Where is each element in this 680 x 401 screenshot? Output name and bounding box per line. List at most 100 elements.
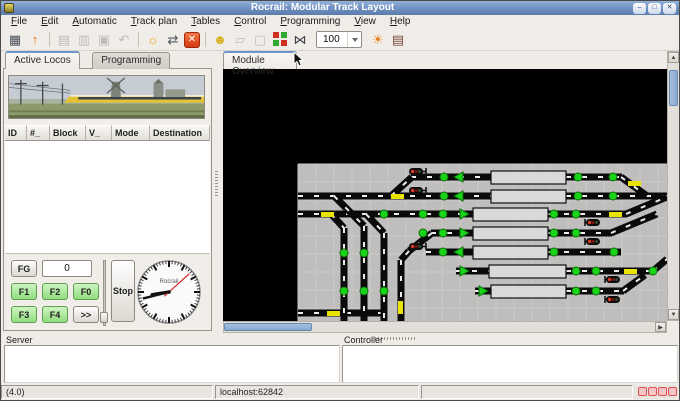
function-button-F2[interactable]: F2 (42, 283, 68, 300)
menu-edit[interactable]: Edit (34, 15, 65, 29)
horizontal-splitter[interactable] (1, 333, 680, 344)
sensor-dot[interactable] (609, 173, 617, 181)
modules-icon[interactable]: ⋈ (291, 31, 309, 49)
speed-slider[interactable] (100, 260, 108, 326)
sensor-dot[interactable] (550, 210, 558, 218)
scroll-down-icon[interactable]: ▼ (668, 309, 679, 320)
column-header-v[interactable]: V_ (86, 125, 112, 141)
close-button[interactable]: ✕ (663, 3, 676, 14)
sensor-dot[interactable] (572, 287, 580, 295)
sensor-dot[interactable] (380, 287, 388, 295)
occupied-segment[interactable] (327, 311, 340, 316)
column-header-mode[interactable]: Mode (112, 125, 150, 141)
block[interactable] (473, 227, 548, 240)
block[interactable] (491, 190, 566, 203)
maximize-button[interactable]: □ (648, 3, 661, 14)
menu-help[interactable]: Help (383, 15, 418, 29)
sun-icon[interactable]: ☀ (369, 31, 387, 49)
scroll-up-icon[interactable]: ▲ (668, 52, 679, 63)
tab-module-overview[interactable]: Module Overview (223, 51, 297, 69)
stop-button-label: Stop (113, 286, 133, 296)
sensor-dot[interactable] (574, 192, 582, 200)
menu-tables[interactable]: Tables (184, 15, 227, 29)
swap-direction-icon[interactable]: ⇄ (164, 31, 182, 49)
horizontal-scroll-thumb[interactable] (224, 323, 312, 331)
function-button-F3[interactable]: F3 (11, 306, 37, 323)
function-button-next[interactable]: >> (73, 306, 99, 323)
notebook-icon[interactable]: ▤ (389, 31, 407, 49)
fg-button[interactable]: FG (11, 260, 37, 277)
column-header-destination[interactable]: Destination (150, 125, 210, 141)
column-header-id[interactable]: ID (5, 125, 27, 141)
vertical-scroll-thumb[interactable] (669, 70, 678, 106)
block[interactable] (491, 171, 566, 184)
sensor-dot[interactable] (360, 249, 368, 257)
occupied-segment[interactable] (628, 181, 641, 186)
column-header-[interactable]: #_ (27, 125, 50, 141)
speed-slider-handle[interactable] (100, 312, 108, 323)
sensor-dot[interactable] (574, 173, 582, 181)
tab-active-locos[interactable]: Active Locos (5, 51, 80, 69)
sensor-dot[interactable] (419, 210, 427, 218)
vertical-splitter[interactable] (212, 51, 221, 333)
column-header-block[interactable]: Block (50, 125, 86, 141)
loco-driver-icon[interactable]: ☻ (211, 31, 229, 49)
horizontal-scrollbar[interactable]: ▶ (223, 321, 667, 333)
sensor-dot[interactable] (440, 173, 448, 181)
menu-file[interactable]: File (4, 15, 34, 29)
vertical-scrollbar[interactable]: ▲ ▼ (667, 51, 680, 321)
occupied-segment[interactable] (321, 212, 334, 217)
block[interactable] (473, 246, 548, 259)
function-button-F0[interactable]: F0 (73, 283, 99, 300)
sensor-dot[interactable] (572, 210, 580, 218)
menu-view[interactable]: View (347, 15, 383, 29)
sensor-dot[interactable] (439, 229, 447, 237)
open-workspace-icon[interactable]: ▦ (6, 31, 24, 49)
sensor-dot[interactable] (609, 192, 617, 200)
occupied-segment[interactable] (391, 194, 404, 199)
power-lamp-icon[interactable]: ☼ (144, 31, 162, 49)
sensor-dot[interactable] (340, 249, 348, 257)
up-arrow-icon[interactable]: ↑ (26, 31, 44, 49)
menu-programming[interactable]: Programming (273, 15, 347, 29)
sensor-dot[interactable] (550, 229, 558, 237)
menu-control[interactable]: Control (227, 15, 273, 29)
chevron-down-icon[interactable] (347, 32, 361, 47)
track-plan-canvas[interactable] (223, 69, 667, 321)
block[interactable] (491, 285, 566, 298)
sensor-dot[interactable] (380, 210, 388, 218)
zoom-level-select[interactable]: 100 (316, 31, 362, 48)
occupied-segment[interactable] (609, 212, 622, 217)
sensor-dot[interactable] (360, 287, 368, 295)
minimize-button[interactable]: – (633, 3, 646, 14)
function-button-F1[interactable]: F1 (11, 283, 37, 300)
sensor-dot[interactable] (340, 287, 348, 295)
sensor-dot[interactable] (419, 229, 427, 237)
stop-button[interactable]: Stop (111, 260, 135, 322)
menu-automatic[interactable]: Automatic (65, 15, 123, 29)
occupied-segment[interactable] (624, 269, 637, 274)
occupied-segment[interactable] (398, 301, 403, 314)
speed-field[interactable]: 0 (42, 260, 92, 277)
sensor-dot[interactable] (439, 210, 447, 218)
controller-log[interactable] (342, 345, 678, 383)
emergency-stop-icon[interactable]: ✕ (184, 32, 200, 48)
sensor-dot[interactable] (439, 248, 447, 256)
menu-track-plan[interactable]: Track plan (124, 15, 184, 29)
sensor-dot[interactable] (572, 267, 580, 275)
sensor-dot[interactable] (440, 192, 448, 200)
sensor-dot[interactable] (572, 229, 580, 237)
block[interactable] (473, 208, 548, 221)
function-button-F4[interactable]: F4 (42, 306, 68, 323)
sensor-dot[interactable] (550, 248, 558, 256)
sensor-dot[interactable] (649, 267, 657, 275)
loco-list[interactable] (5, 141, 210, 254)
scroll-right-icon[interactable]: ▶ (655, 322, 666, 332)
server-log[interactable] (4, 345, 340, 383)
sensor-dot[interactable] (610, 248, 618, 256)
sensor-dot[interactable] (592, 267, 600, 275)
tab-programming[interactable]: Programming (92, 52, 170, 69)
sensor-dot[interactable] (592, 287, 600, 295)
block[interactable] (489, 265, 566, 278)
blocks-icon[interactable] (271, 31, 289, 49)
